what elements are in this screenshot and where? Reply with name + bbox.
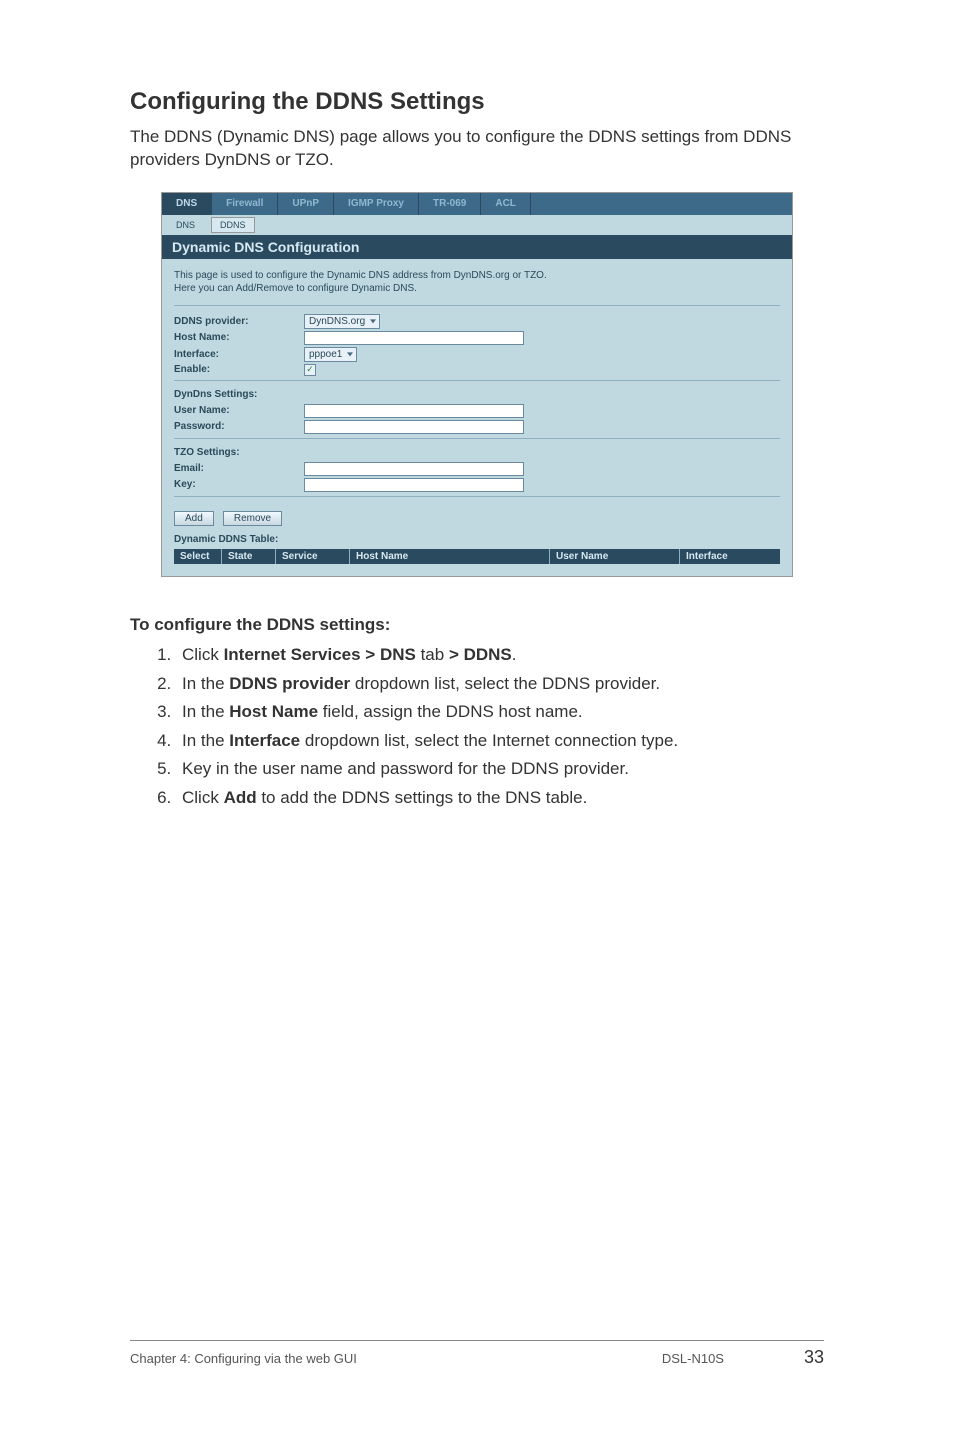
- key-label: Key:: [174, 479, 304, 490]
- tzo-settings-heading: TZO Settings:: [174, 447, 780, 458]
- tab-igmp-proxy[interactable]: IGMP Proxy: [334, 193, 419, 215]
- step-3: In the Host Name field, assign the DDNS …: [176, 700, 824, 725]
- hostname-input[interactable]: [304, 331, 524, 345]
- email-label: Email:: [174, 463, 304, 474]
- steps-list: Click Internet Services > DNS tab > DDNS…: [130, 643, 824, 811]
- step-5: Key in the user name and password for th…: [176, 757, 824, 782]
- step-1: Click Internet Services > DNS tab > DDNS…: [176, 643, 824, 668]
- key-input[interactable]: [304, 478, 524, 492]
- ddns-table-header: Select State Service Host Name User Name…: [174, 549, 780, 564]
- password-input[interactable]: [304, 420, 524, 434]
- subtab-ddns[interactable]: DDNS: [211, 217, 255, 233]
- step-4: In the Interface dropdown list, select t…: [176, 729, 824, 754]
- username-input[interactable]: [304, 404, 524, 418]
- remove-button[interactable]: Remove: [223, 511, 282, 526]
- tab-upnp[interactable]: UPnP: [278, 193, 334, 215]
- step-2: In the DDNS provider dropdown list, sele…: [176, 672, 824, 697]
- embedded-screenshot: DNS Firewall UPnP IGMP Proxy TR-069 ACL …: [161, 192, 793, 577]
- instructions-heading: To configure the DDNS settings:: [130, 615, 824, 635]
- th-hostname: Host Name: [350, 549, 550, 564]
- password-label: Password:: [174, 421, 304, 432]
- th-interface: Interface: [680, 549, 780, 564]
- footer-page-number: 33: [804, 1347, 824, 1368]
- tab-acl[interactable]: ACL: [481, 193, 531, 215]
- subtab-dns[interactable]: DNS: [168, 218, 203, 232]
- footer-model: DSL-N10S: [662, 1351, 724, 1366]
- step-6: Click Add to add the DDNS settings to th…: [176, 786, 824, 811]
- tab-firewall[interactable]: Firewall: [212, 193, 278, 215]
- enable-checkbox[interactable]: ✓: [304, 364, 316, 376]
- tab-dns[interactable]: DNS: [162, 193, 212, 215]
- hint-text: This page is used to configure the Dynam…: [174, 269, 780, 295]
- intro-text: The DDNS (Dynamic DNS) page allows you t…: [130, 126, 824, 172]
- username-label: User Name:: [174, 405, 304, 416]
- ddns-table-caption: Dynamic DDNS Table:: [174, 534, 780, 545]
- main-tabs: DNS Firewall UPnP IGMP Proxy TR-069 ACL: [162, 193, 792, 215]
- page-title: Configuring the DDNS Settings: [130, 88, 824, 116]
- interface-label: Interface:: [174, 349, 304, 360]
- dyndns-settings-heading: DynDns Settings:: [174, 389, 780, 400]
- interface-dropdown[interactable]: pppoe1: [304, 347, 357, 362]
- add-button[interactable]: Add: [174, 511, 214, 526]
- email-input[interactable]: [304, 462, 524, 476]
- ddns-provider-label: DDNS provider:: [174, 316, 304, 327]
- th-select: Select: [174, 549, 222, 564]
- th-username: User Name: [550, 549, 680, 564]
- ddns-provider-dropdown[interactable]: DynDNS.org: [304, 314, 380, 329]
- sub-tabs: DNS DDNS: [162, 215, 792, 235]
- page-footer: Chapter 4: Configuring via the web GUI D…: [130, 1340, 824, 1368]
- hostname-label: Host Name:: [174, 332, 304, 343]
- panel-heading: Dynamic DNS Configuration: [162, 235, 792, 259]
- th-service: Service: [276, 549, 350, 564]
- footer-chapter: Chapter 4: Configuring via the web GUI: [130, 1351, 357, 1366]
- tab-tr069[interactable]: TR-069: [419, 193, 481, 215]
- enable-label: Enable:: [174, 364, 304, 375]
- th-state: State: [222, 549, 276, 564]
